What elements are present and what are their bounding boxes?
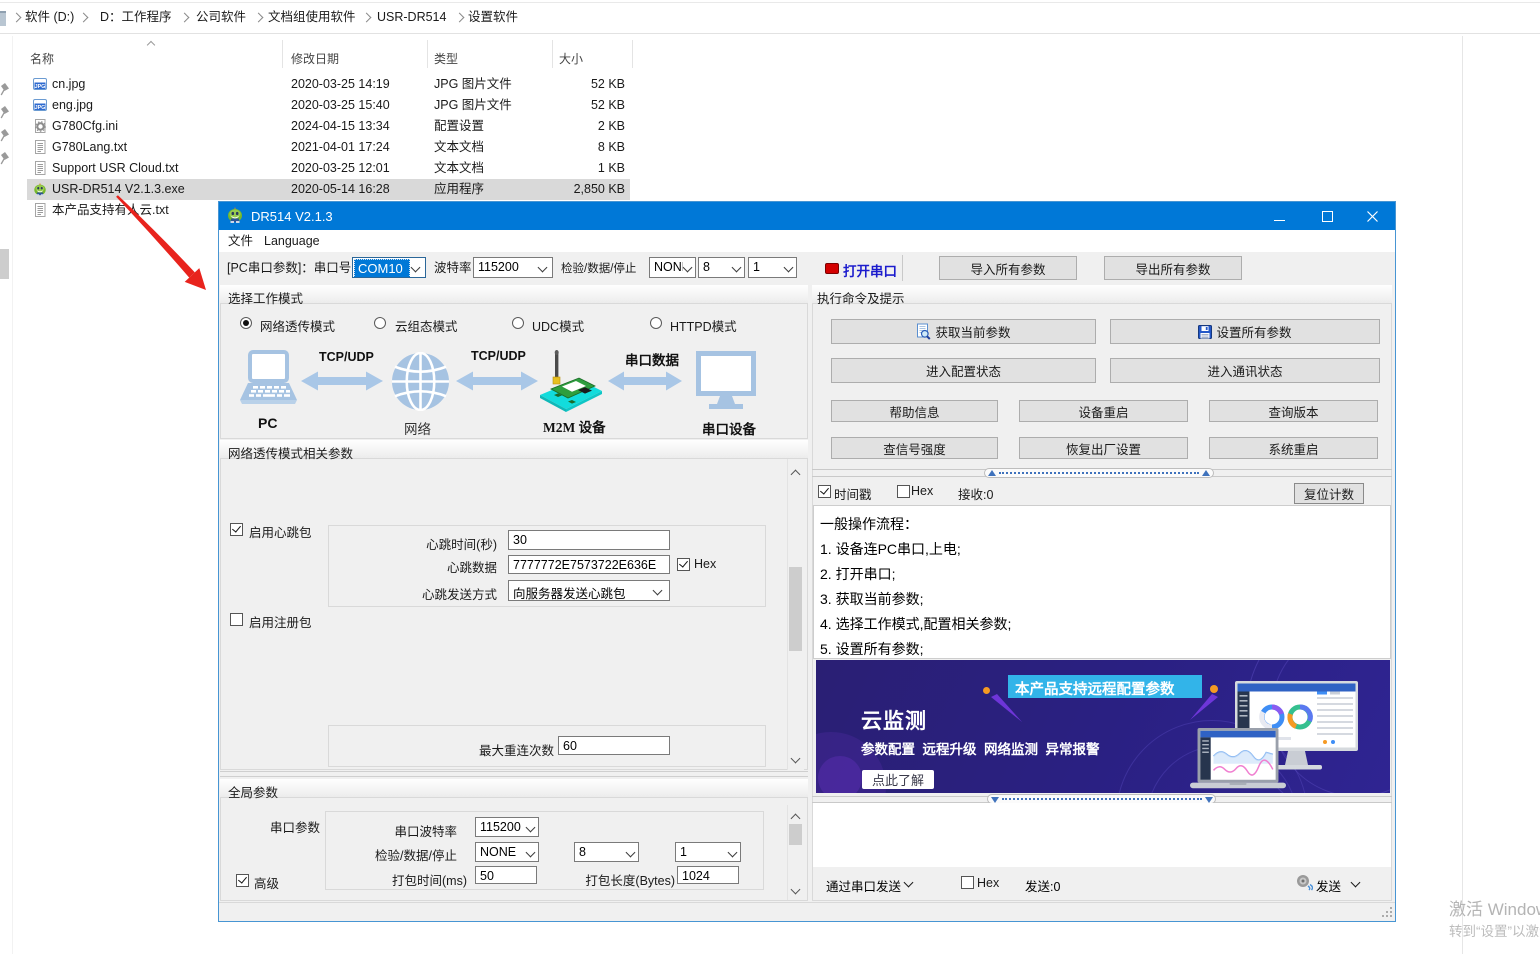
svg-text:JPG: JPG (35, 84, 46, 90)
svg-text:JPG: JPG (35, 105, 46, 111)
